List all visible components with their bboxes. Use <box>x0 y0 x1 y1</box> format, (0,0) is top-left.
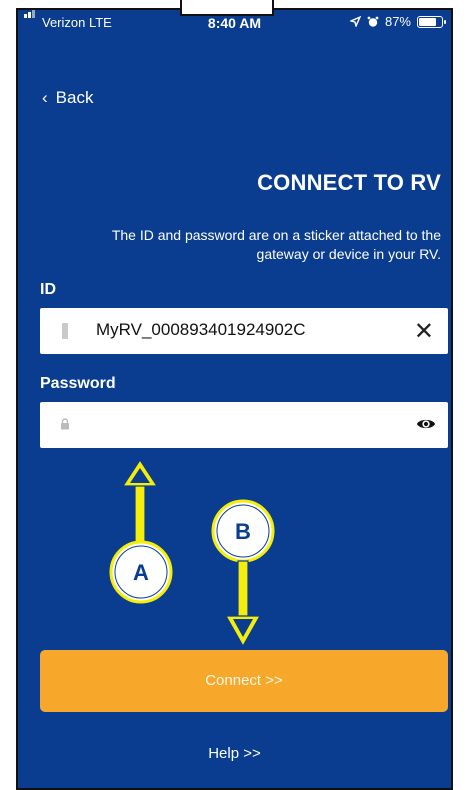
marker-a-label: A <box>133 560 149 585</box>
marker-b-label: B <box>235 519 251 544</box>
page-title: CONNECT TO RV <box>257 170 441 195</box>
id-label: ID <box>40 281 56 298</box>
back-button[interactable]: ‹ Back <box>42 88 93 108</box>
back-label: Back <box>55 88 94 107</box>
location-icon <box>349 16 361 27</box>
marker-a-badge: A <box>109 540 173 604</box>
status-right: 87% <box>349 14 446 29</box>
help-link[interactable]: Help >> <box>18 745 451 762</box>
lock-icon <box>61 418 69 430</box>
marker-b-badge: B <box>211 499 275 563</box>
chevron-left-icon: ‹ <box>42 88 48 107</box>
arrow-a-icon <box>121 458 159 545</box>
phone-screen: Verizon LTE 8:40 AM 87% ‹ Back CONNECT T… <box>16 8 453 790</box>
page-subtitle: The ID and password are on a sticker att… <box>111 227 441 262</box>
battery-icon <box>417 15 446 28</box>
arrow-b-icon <box>224 560 262 648</box>
top-tab-notch <box>180 0 274 16</box>
password-field[interactable] <box>40 402 448 450</box>
id-value[interactable]: MyRV_000893401924902C <box>96 320 306 340</box>
id-field-icon <box>62 323 68 339</box>
battery-percent: 87% <box>384 14 411 29</box>
id-field[interactable]: MyRV_000893401924902C ✕ <box>40 308 448 354</box>
password-label: Password <box>40 375 116 392</box>
eye-icon[interactable] <box>416 416 436 432</box>
password-input[interactable] <box>84 402 408 450</box>
connect-button[interactable]: Connect >> <box>40 650 448 712</box>
alarm-icon <box>367 16 379 27</box>
clear-icon[interactable]: ✕ <box>414 317 434 346</box>
